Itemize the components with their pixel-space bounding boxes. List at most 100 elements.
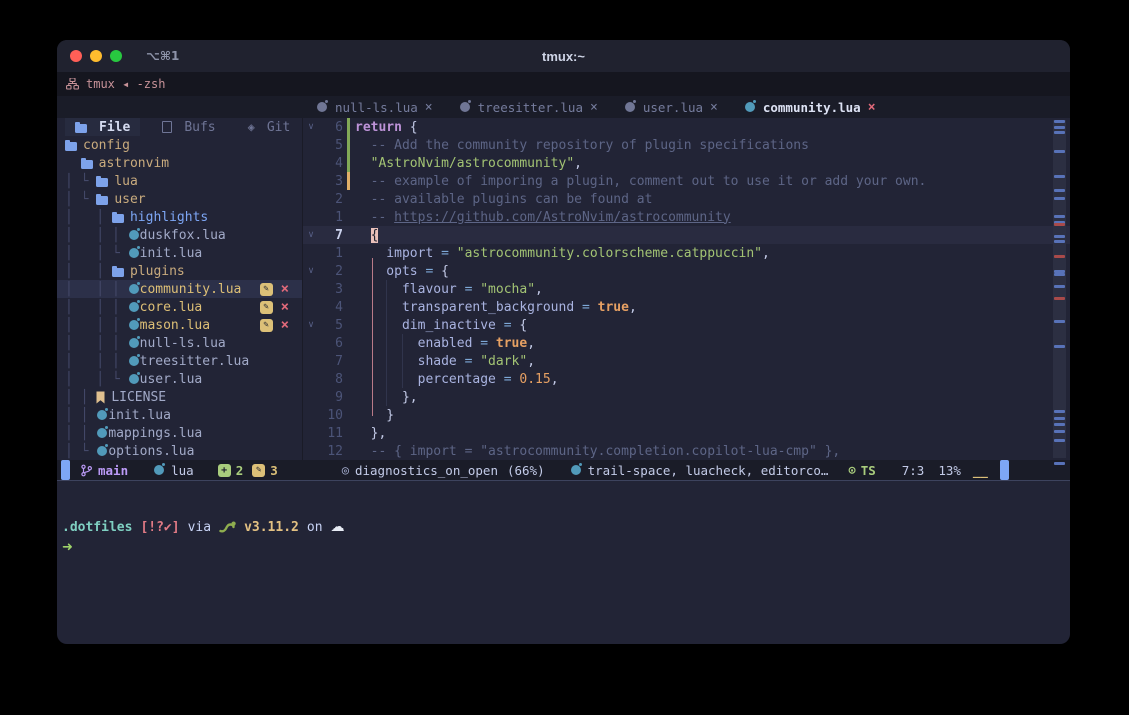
folder-icon xyxy=(96,178,108,187)
tab-user.lua[interactable]: user.lua× xyxy=(624,100,718,115)
code-token: { xyxy=(519,318,527,333)
line-number: 11 xyxy=(319,426,343,441)
code-token: } xyxy=(355,408,394,423)
tree-item-options.lua[interactable]: │ └ options.lua xyxy=(57,442,302,460)
code-token: = xyxy=(433,246,456,261)
mode-indicator-block xyxy=(61,460,70,480)
modified-badge-icon: ✎ xyxy=(260,301,273,314)
sidebar-tab-git[interactable]: ◈Git xyxy=(238,118,301,136)
tree-item-user.lua[interactable]: │ │ └ user.lua xyxy=(57,370,302,388)
tree-item-plugins[interactable]: │ │ plugins xyxy=(57,262,302,280)
gitsign-bar xyxy=(347,136,350,154)
zoom-button[interactable] xyxy=(110,50,122,62)
code-token: = xyxy=(574,300,597,315)
buffer-tabline: null-ls.lua×treesitter.lua×user.lua×comm… xyxy=(57,96,1070,118)
code-token: -- example of imporing a plugin, comment… xyxy=(355,174,926,189)
minimap-mark xyxy=(1054,255,1065,258)
treesitter-label: TS xyxy=(861,463,876,478)
nvim-statusline: main lua + 2 ✎ 3 ◎ diagnostics_on_open (… xyxy=(57,460,1070,480)
sidebar-tab-bufs[interactable]: Bufs xyxy=(152,118,225,136)
code-text: "AstroNvim/astrocommunity", xyxy=(355,156,582,171)
close-button[interactable] xyxy=(70,50,82,62)
tab-community.lua[interactable]: community.lua× xyxy=(744,100,876,115)
tab-close-icon[interactable]: × xyxy=(710,100,718,115)
tab-label: null-ls.lua xyxy=(335,100,418,115)
tree-item-lua[interactable]: │ └ lua xyxy=(57,172,302,190)
scrollbar-minimap[interactable] xyxy=(1053,120,1066,458)
prompt-arrow[interactable]: ➜ xyxy=(62,540,73,555)
tree-item-null-ls.lua[interactable]: │ │ │ null-ls.lua xyxy=(57,334,302,352)
minimap-mark xyxy=(1054,417,1065,420)
code-line: 2 -- available plugins can be found at xyxy=(303,190,1070,208)
modified-badge-icon: ✎ xyxy=(260,319,273,332)
tree-item-duskfox.lua[interactable]: │ │ │ duskfox.lua xyxy=(57,226,302,244)
lua-filetype-icon xyxy=(154,465,164,475)
line-number: 9 xyxy=(319,390,343,405)
code-token: enabled xyxy=(355,336,472,351)
tree-item-community.lua[interactable]: │ │ │ community.lua✎× xyxy=(57,280,302,298)
lua-icon xyxy=(460,102,470,112)
fold-marker[interactable]: ∨ xyxy=(303,320,319,330)
tab-treesitter.lua[interactable]: treesitter.lua× xyxy=(459,100,598,115)
code-line: ∨5 dim_inactive = { xyxy=(303,316,1070,334)
shell-pane[interactable]: .dotfiles[!?✔]viav3.11.2on☁ ➜ xyxy=(57,481,1070,644)
code-text: enabled = true, xyxy=(355,336,535,351)
line-number: 5 xyxy=(319,138,343,153)
code-token: = xyxy=(457,354,480,369)
code-token: dim_inactive xyxy=(355,318,496,333)
tree-item-init.lua[interactable]: │ │ └ init.lua xyxy=(57,244,302,262)
sidebar-tab-file[interactable]: File xyxy=(65,118,140,136)
tab-close-icon[interactable]: × xyxy=(590,100,598,115)
macos-tab-bar[interactable]: tmux ◂ -zsh xyxy=(57,72,1070,96)
line-number: 12 xyxy=(319,444,343,459)
gitsign-bar xyxy=(347,118,350,136)
tree-item-init.lua[interactable]: │ │ init.lua xyxy=(57,406,302,424)
tree-guides: │ │ │ xyxy=(65,354,128,369)
tree-item-user[interactable]: │ └ user xyxy=(57,190,302,208)
statusline-message: diagnostics_on_open xyxy=(355,463,498,478)
fold-marker[interactable]: ∨ xyxy=(303,122,319,132)
code-line: 7 shade = "dark", xyxy=(303,352,1070,370)
linter-lua-icon xyxy=(571,465,581,475)
tree-item-LICENSE[interactable]: │ │ LICENSE xyxy=(57,388,302,406)
tree-item-treesitter.lua[interactable]: │ │ │ treesitter.lua xyxy=(57,352,302,370)
diagnostic-x-icon: × xyxy=(281,301,289,314)
code-token: = xyxy=(496,318,519,333)
lua-icon xyxy=(129,338,139,348)
git-branch-name[interactable]: main xyxy=(98,463,128,478)
lua-icon xyxy=(625,102,635,112)
fold-marker[interactable]: ∨ xyxy=(303,266,319,276)
tree-guides: │ │ xyxy=(65,264,112,279)
code-line: 6 enabled = true, xyxy=(303,334,1070,352)
code-text: transparent_background = true, xyxy=(355,300,637,315)
sidebar-tab-label: Git xyxy=(267,120,290,135)
tree-item-mappings.lua[interactable]: │ │ mappings.lua xyxy=(57,424,302,442)
minimap-mark xyxy=(1054,297,1065,300)
minimize-button[interactable] xyxy=(90,50,102,62)
line-number: 6 xyxy=(319,336,343,351)
gitsign-column xyxy=(343,262,355,280)
tab-close-icon[interactable]: × xyxy=(868,100,876,115)
lua-icon xyxy=(129,284,139,294)
code-token: "dark" xyxy=(480,354,527,369)
tab-null-ls.lua[interactable]: null-ls.lua × xyxy=(316,100,433,115)
tree-item-highlights[interactable]: │ │ highlights xyxy=(57,208,302,226)
tree-item-config[interactable]: config xyxy=(57,136,302,154)
tree-item-label: user.lua xyxy=(140,372,203,387)
modified-badge-icon: ✎ xyxy=(260,283,273,296)
code-line: 9 }, xyxy=(303,388,1070,406)
minimap-mark xyxy=(1054,462,1065,465)
editor-pane[interactable]: ∨6return {5 -- Add the community reposit… xyxy=(303,118,1070,460)
code-text: opts = { xyxy=(355,264,449,279)
gitsign-column xyxy=(343,370,355,388)
gitsign-bar xyxy=(347,154,350,172)
code-token: true xyxy=(496,336,527,351)
code-text: -- { import = "astrocommunity.completion… xyxy=(355,444,840,459)
fold-marker[interactable]: ∨ xyxy=(303,230,319,240)
tree-item-astronvim[interactable]: astronvim xyxy=(57,154,302,172)
code-token: , xyxy=(527,354,535,369)
tree-item-mason.lua[interactable]: │ │ │ mason.lua✎× xyxy=(57,316,302,334)
tree-item-core.lua[interactable]: │ │ │ core.lua✎× xyxy=(57,298,302,316)
tab-close-icon[interactable]: × xyxy=(425,100,433,115)
code-line: 3 flavour = "mocha", xyxy=(303,280,1070,298)
